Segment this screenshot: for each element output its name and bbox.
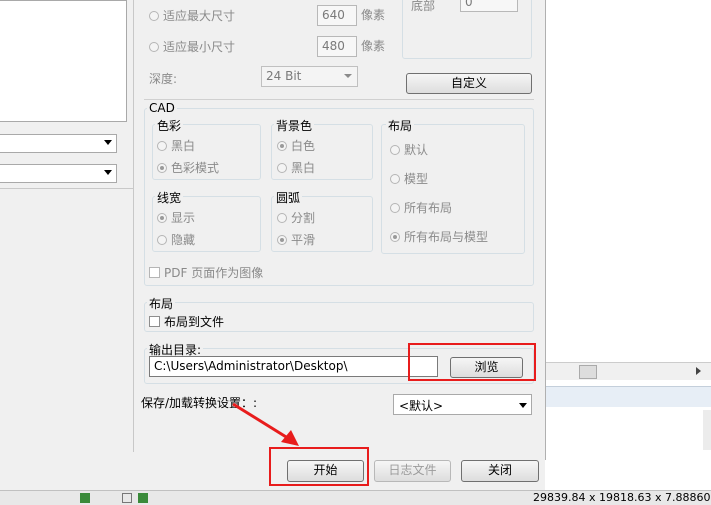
output-path-input[interactable]: C:\Users\Administrator\Desktop\ xyxy=(149,356,438,377)
radio-bg-white[interactable]: 白色 xyxy=(277,137,315,154)
radio-circle-icon xyxy=(277,212,287,223)
radio-color-bw[interactable]: 黑白 xyxy=(157,137,195,154)
status-check-icon xyxy=(80,493,90,503)
canvas-view xyxy=(545,0,711,362)
color-title: 色彩 xyxy=(155,117,184,134)
annotation-browse-highlight xyxy=(408,343,536,381)
min-size-input[interactable]: 480 xyxy=(317,36,357,57)
layout-title: 布局 xyxy=(147,295,176,312)
horizontal-scrollbar[interactable] xyxy=(545,362,711,380)
settings-select[interactable]: <默认> xyxy=(393,394,532,415)
radio-selected-icon xyxy=(157,212,167,223)
linewidth-title: 线宽 xyxy=(155,189,184,206)
radio-selected-icon xyxy=(277,140,287,151)
chevron-down-icon xyxy=(104,170,112,175)
scroll-right-icon[interactable] xyxy=(696,367,701,375)
layout-to-file-checkbox[interactable]: 布局到文件 xyxy=(149,313,224,330)
radio-circle-icon xyxy=(277,162,287,173)
chevron-down-icon xyxy=(519,403,527,408)
status-coordinates: 29839.84 x 19818.63 x 7.888609E-31 xyxy=(533,491,711,504)
max-size-input[interactable]: 640 xyxy=(317,5,357,26)
section-divider xyxy=(144,99,534,100)
arc-title: 圆弧 xyxy=(274,189,303,206)
close-button[interactable]: 关闭 xyxy=(461,460,539,482)
radio-arc-split[interactable]: 分割 xyxy=(277,209,315,226)
radio-lw-show[interactable]: 显示 xyxy=(157,209,195,226)
bottom-input[interactable]: 0 xyxy=(460,0,518,12)
convert-dialog: 适应最大尺寸 640 像素 适应最小尺寸 480 像素 深度: 24 Bit 底… xyxy=(133,0,546,460)
right-canvas-area xyxy=(545,0,711,504)
radio-selected-icon xyxy=(277,234,287,245)
radio-circle-icon xyxy=(149,10,159,21)
radio-selected-icon xyxy=(390,231,400,242)
status-bar: 29839.84 x 19818.63 x 7.888609E-31 xyxy=(0,490,711,505)
right-scroll-strip xyxy=(703,410,711,450)
radio-layout-default[interactable]: 默认 xyxy=(390,141,428,158)
radio-layout-all[interactable]: 所有布局 xyxy=(390,199,452,216)
left-dropdown-2[interactable] xyxy=(0,164,117,183)
radio-layout-all-model[interactable]: 所有布局与模型 xyxy=(390,228,488,245)
checkbox-icon xyxy=(149,316,160,327)
chevron-down-icon xyxy=(104,140,112,145)
radio-bg-bw[interactable]: 黑白 xyxy=(277,159,315,176)
left-divider xyxy=(0,188,133,189)
depth-select[interactable]: 24 Bit xyxy=(261,66,358,87)
radio-circle-icon xyxy=(390,173,400,184)
scrollbar-thumb[interactable] xyxy=(579,365,597,379)
radio-min-size[interactable]: 适应最小尺寸 xyxy=(149,38,235,55)
radio-lw-hide[interactable]: 隐藏 xyxy=(157,231,195,248)
radio-color-mode[interactable]: 色彩模式 xyxy=(157,159,219,176)
status-check-icon-2 xyxy=(138,493,148,503)
custom-button[interactable]: 自定义 xyxy=(406,73,532,94)
bottom-label: 底部 xyxy=(411,0,436,13)
radio-circle-icon xyxy=(149,41,159,52)
radio-layout-model[interactable]: 模型 xyxy=(390,170,428,187)
radio-circle-icon xyxy=(157,140,167,151)
radio-circle-icon xyxy=(157,234,167,245)
right-panel-header xyxy=(545,386,711,407)
checkbox-icon xyxy=(149,267,160,278)
background-title: 背景色 xyxy=(274,117,315,134)
chevron-down-icon xyxy=(344,74,352,78)
left-panel xyxy=(0,0,133,504)
left-preview-area xyxy=(0,0,127,122)
radio-circle-icon xyxy=(390,202,400,213)
left-dropdown-1[interactable] xyxy=(0,134,117,153)
radio-max-size[interactable]: 适应最大尺寸 xyxy=(149,7,235,24)
cad-layout-title: 布局 xyxy=(386,117,415,134)
cad-title: CAD xyxy=(147,101,177,115)
radio-circle-icon xyxy=(390,144,400,155)
annotation-arrow-icon xyxy=(232,402,299,446)
min-size-unit: 像素 xyxy=(361,39,386,53)
status-grid-icon xyxy=(122,493,132,503)
log-file-button[interactable]: 日志文件 xyxy=(374,460,451,482)
radio-selected-icon xyxy=(157,162,167,173)
annotation-start-highlight xyxy=(269,447,369,486)
max-size-unit: 像素 xyxy=(361,8,386,22)
pdf-as-image-checkbox[interactable]: PDF 页面作为图像 xyxy=(149,264,263,281)
radio-arc-smooth[interactable]: 平滑 xyxy=(277,231,315,248)
depth-label: 深度: xyxy=(149,72,178,86)
